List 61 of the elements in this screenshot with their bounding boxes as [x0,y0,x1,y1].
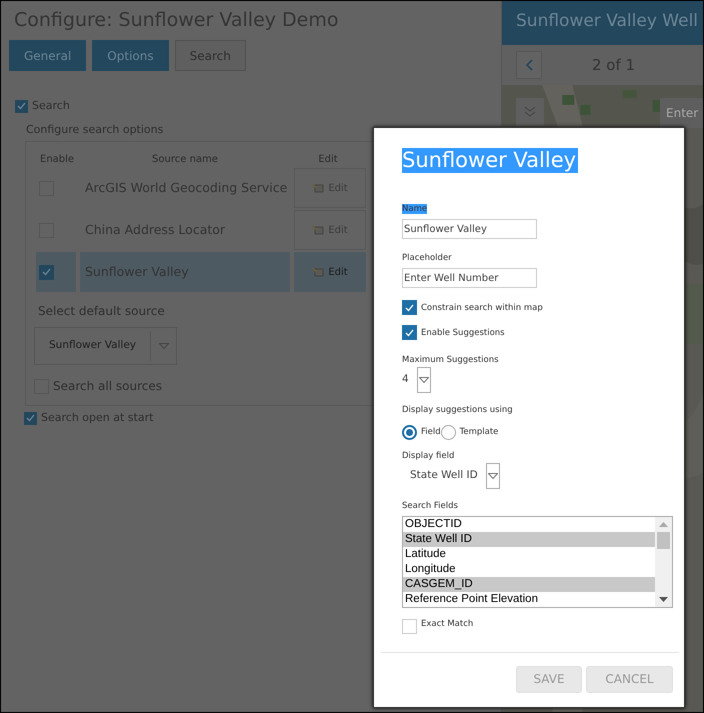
radio-label: Template [460,427,498,438]
collapse-button[interactable] [516,98,544,126]
scrollbar[interactable] [655,516,672,607]
text-field[interactable]: Enter Well Number [402,268,537,288]
dropdown-button[interactable] [416,366,431,393]
checkbox-label: Constrain search within map [421,302,543,312]
edit-icon [312,267,324,277]
checkbox[interactable] [402,325,417,340]
edit-button[interactable]: Edit [294,252,366,292]
chevron-left-icon [525,59,533,71]
list-option[interactable]: State Well ID [403,532,655,547]
check-icon [42,268,51,276]
dialog-button[interactable]: CANCEL [586,666,673,693]
tab[interactable]: Options [92,40,169,71]
edit-icon [312,183,324,193]
radio-button[interactable] [402,424,417,440]
field-label: Name [402,204,428,214]
caret-icon [158,343,169,349]
radio-button[interactable] [440,424,456,440]
checkbox[interactable] [15,100,28,113]
text-field[interactable]: Sunflower Valley [402,219,537,239]
field-label: Placeholder [402,253,452,263]
dropdown-button[interactable] [486,462,500,489]
list-option[interactable]: Longitude [403,562,655,577]
tab[interactable]: General [9,40,86,71]
scroll-up-icon[interactable] [659,522,668,527]
dialog-title: Sunflower Valley [402,148,578,173]
column-header: Source name [151,152,219,166]
select-value: State Well ID [409,468,479,483]
back-button[interactable] [516,51,542,79]
panel-title: Sunflower Valley Well [502,1,703,45]
field-label: Display field [402,450,456,461]
scroll-down-icon[interactable] [659,596,668,602]
list-option[interactable]: OBJECTID [403,516,655,532]
check-icon [405,304,414,312]
select-value: 4 [401,372,410,387]
checkbox[interactable] [39,264,54,280]
edit-icon [312,225,324,235]
column-header: Edit [317,152,339,166]
field-label: Search Fields [402,500,459,511]
dialog-button[interactable]: SAVE [516,666,582,693]
field-label: Maximum Suggestions [402,355,500,365]
list-option[interactable]: CASGEM_ID [403,576,655,592]
scroll-thumb[interactable] [657,532,670,549]
checkbox-label: Enable Suggestions [421,328,505,338]
double-chevron-down-icon [524,106,536,118]
check-icon [17,102,26,110]
checkbox[interactable] [24,412,37,425]
field-label: Display suggestions using [402,404,514,415]
checkbox-label: Exact Match [421,618,474,629]
caret-icon [418,376,429,383]
search-field[interactable]: Enter [660,98,703,128]
check-icon [26,414,35,422]
radio-label: Field [421,427,441,438]
default-source-select[interactable]: Sunflower Valley [34,327,178,365]
list-option[interactable]: Latitude [403,546,655,562]
list-option[interactable]: Reference Point Elevation [403,592,655,607]
caret-icon [488,472,498,479]
column-header: Enable [39,152,76,166]
check-icon [405,328,414,336]
checkbox[interactable] [402,300,417,315]
